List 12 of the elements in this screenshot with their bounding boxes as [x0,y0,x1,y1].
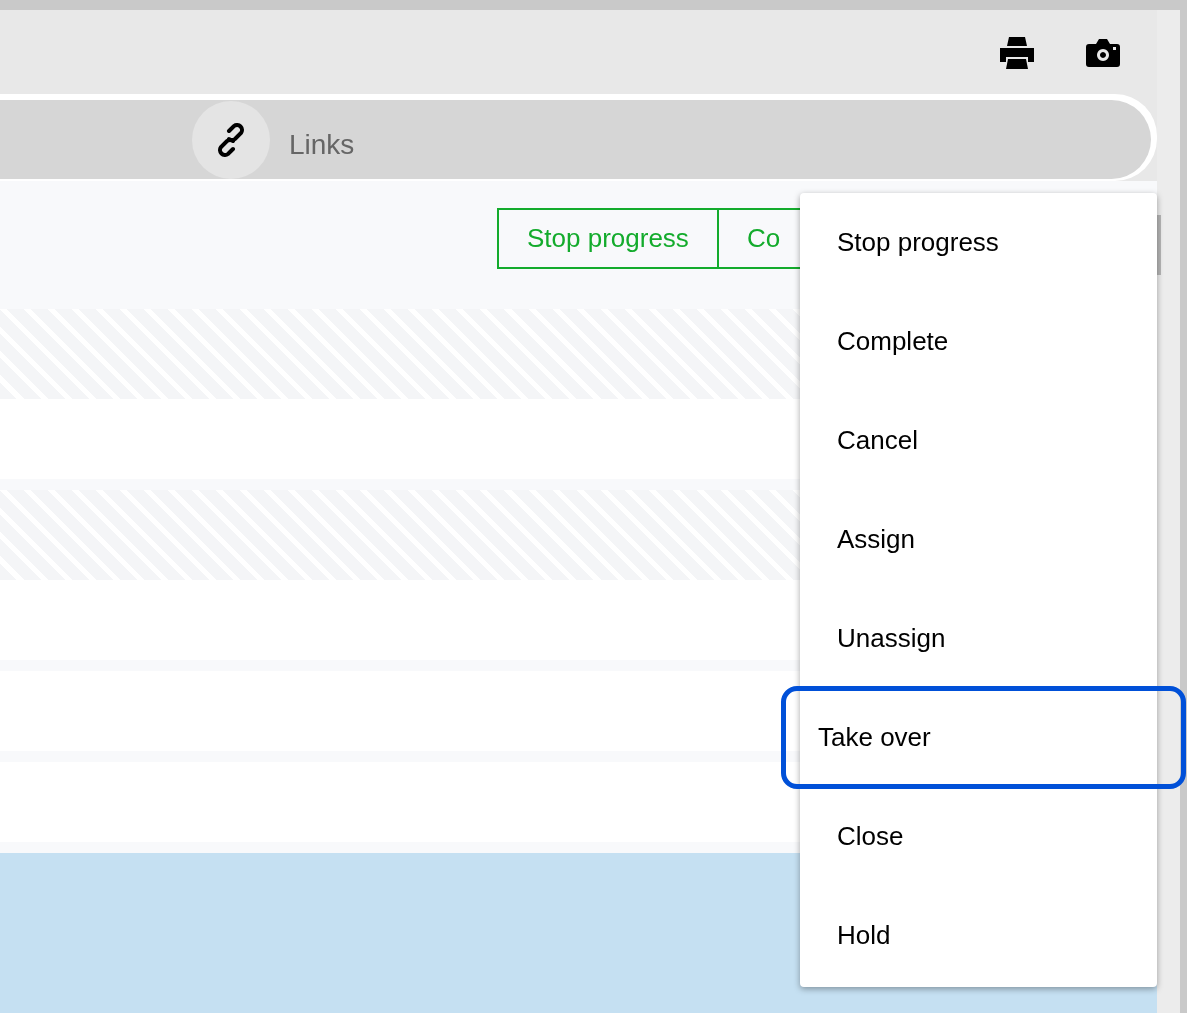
camera-icon[interactable] [1086,39,1120,68]
menu-item[interactable]: Unassign [800,589,1157,688]
printer-icon[interactable] [1000,37,1034,70]
menu-item[interactable]: Cancel [800,391,1157,490]
menu-item[interactable]: Take over [781,686,1186,789]
menu-item[interactable]: Stop progress [800,193,1157,292]
scrollbar[interactable] [1157,10,1180,1013]
tab[interactable]: Links [192,100,355,179]
menu-item[interactable]: Assign [800,490,1157,589]
menu-item[interactable]: Hold [800,886,1157,985]
menu-item[interactable]: Close [800,787,1157,886]
menu-item[interactable]: Complete [800,292,1157,391]
